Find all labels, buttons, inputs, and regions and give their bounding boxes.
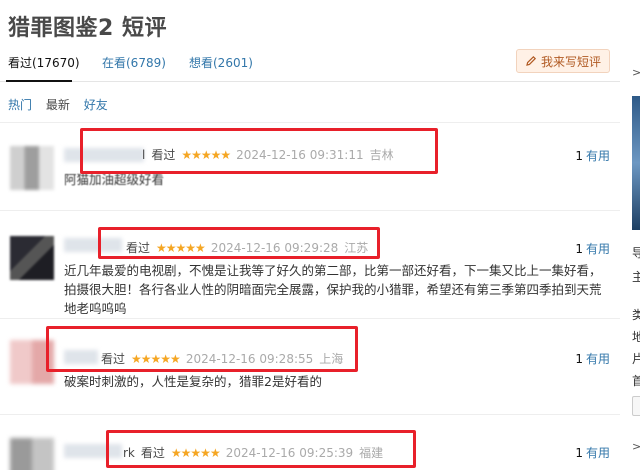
- useful-vote[interactable]: 1 有用: [575, 240, 610, 257]
- sort-options: 热门 最新 好友: [8, 96, 118, 113]
- useful-vote[interactable]: 1 有用: [575, 147, 610, 164]
- useful-label: 有用: [585, 242, 610, 256]
- sort-newest[interactable]: 最新: [46, 98, 70, 112]
- chevron-right-icon[interactable]: >: [632, 66, 640, 79]
- useful-vote[interactable]: 1 有用: [575, 350, 610, 367]
- chevron-right-icon[interactable]: >: [632, 440, 640, 453]
- tab-want-to-watch[interactable]: 想看(2601): [189, 54, 253, 71]
- sidebar-text: 主: [632, 270, 640, 284]
- sidebar-text: 地: [632, 330, 640, 344]
- tab-watching[interactable]: 在看(6789): [102, 54, 166, 71]
- comment-text: 近几年最爱的电视剧，不愧是让我等了好久的第二部，比第一部还好看，下一集又比上一集…: [64, 263, 602, 316]
- sidebar-text: 首: [632, 374, 640, 388]
- highlight-box: [80, 128, 438, 174]
- useful-count: 1: [575, 352, 583, 366]
- divider: [0, 210, 620, 211]
- poster-image[interactable]: [632, 96, 640, 230]
- useful-label: 有用: [585, 352, 610, 366]
- divider: [0, 318, 620, 319]
- sidebar-button[interactable]: [632, 396, 640, 416]
- divider: [0, 414, 620, 415]
- sidebar-text: 导: [632, 246, 640, 260]
- avatar[interactable]: [10, 146, 54, 190]
- useful-label: 有用: [585, 149, 610, 163]
- sort-friends[interactable]: 好友: [84, 98, 108, 112]
- useful-label: 有用: [585, 446, 610, 460]
- useful-vote[interactable]: 1 有用: [575, 444, 610, 461]
- highlight-box: [106, 430, 416, 468]
- useful-count: 1: [575, 446, 583, 460]
- write-review-button[interactable]: 我来写短评: [516, 49, 610, 73]
- useful-count: 1: [575, 242, 583, 256]
- pencil-icon: [526, 55, 537, 66]
- active-tab-underline: [6, 80, 72, 82]
- sort-hot[interactable]: 热门: [8, 98, 32, 112]
- write-review-label: 我来写短评: [540, 54, 601, 69]
- page-title: 猎罪图鉴2 短评: [8, 16, 167, 41]
- divider: [0, 122, 620, 123]
- useful-count: 1: [575, 149, 583, 163]
- comment-text: 破案时刺激的，人性是复杂的，猎罪2是好看的: [64, 374, 322, 389]
- highlight-box: [98, 227, 380, 259]
- avatar[interactable]: [10, 236, 54, 280]
- sidebar-text: 片: [632, 352, 640, 366]
- tab-watched[interactable]: 看过(17670): [8, 54, 80, 71]
- highlight-box: [46, 326, 358, 372]
- sidebar-text: 类: [632, 308, 640, 322]
- avatar[interactable]: [10, 438, 54, 470]
